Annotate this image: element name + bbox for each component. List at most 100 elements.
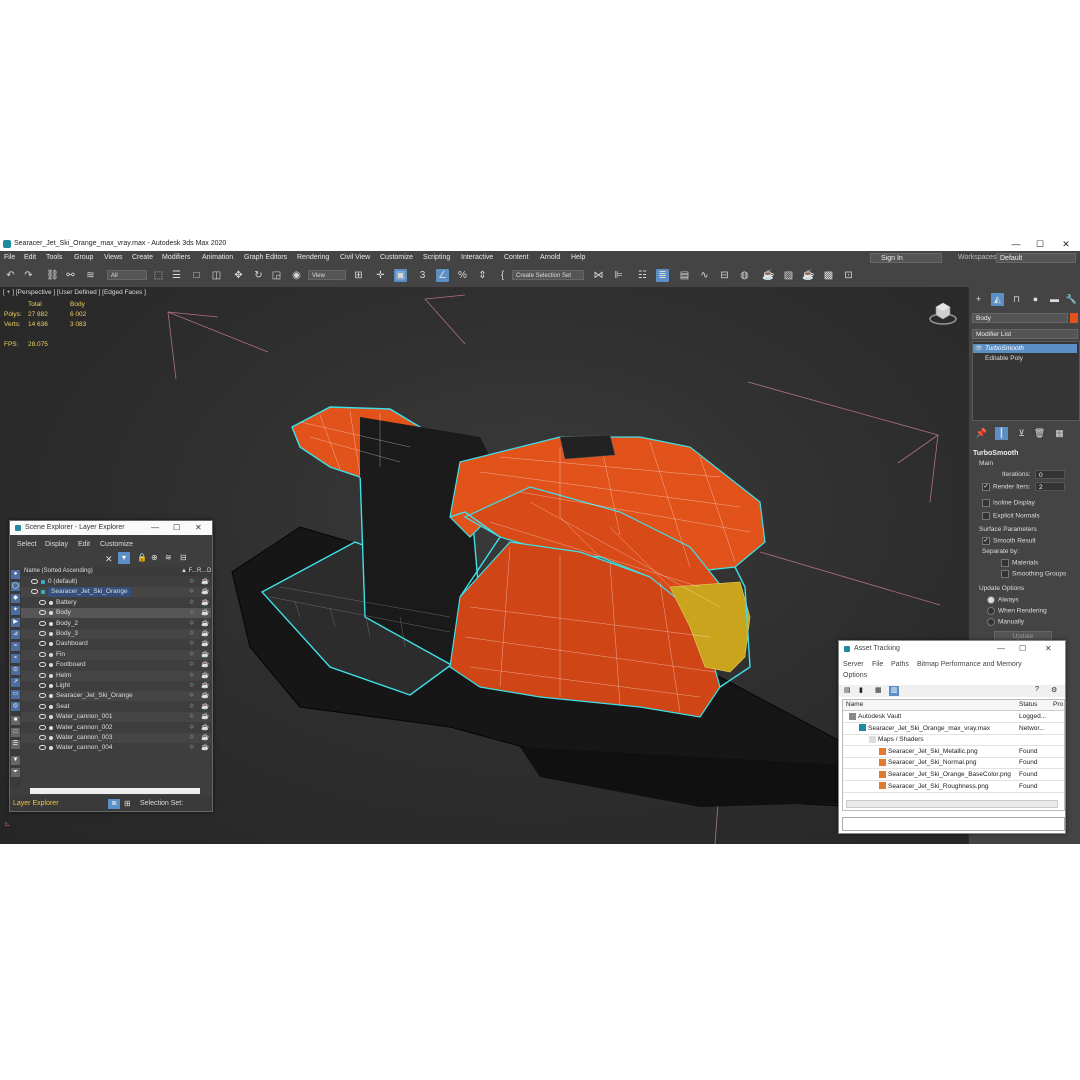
close-button[interactable]: ✕: [1054, 237, 1078, 251]
undo-icon[interactable]: ↶: [4, 269, 17, 282]
renderable-icon[interactable]: ☕: [201, 702, 209, 712]
renderable-icon[interactable]: ☕: [201, 577, 209, 587]
menu-modifiers[interactable]: Modifiers: [162, 251, 190, 265]
render-iters-checkbox[interactable]: ✓: [982, 483, 990, 491]
scene-explorer-icon[interactable]: ≣: [656, 269, 669, 282]
freeze-icon[interactable]: ✲: [189, 650, 194, 660]
renderable-icon[interactable]: ☕: [201, 723, 209, 733]
percent-snap-icon[interactable]: %: [456, 269, 469, 282]
motion-tab-icon[interactable]: ●: [1029, 293, 1042, 306]
ribbon-icon[interactable]: ▤: [678, 269, 691, 282]
scene-explorer-minimize-icon[interactable]: —: [151, 521, 159, 535]
visibility-eye-icon[interactable]: [39, 703, 46, 709]
link-icon[interactable]: ⛓: [46, 269, 59, 282]
renderable-icon[interactable]: ☕: [201, 712, 209, 722]
layer-row[interactable]: Water_cannon_003 ✲ ☕: [21, 733, 211, 743]
renderable-icon[interactable]: ☕: [201, 629, 209, 639]
pivot-center-icon[interactable]: ⊞: [352, 269, 365, 282]
layer-row[interactable]: Water_cannon_001 ✲ ☕: [21, 712, 211, 723]
at-menu-options[interactable]: Options: [843, 670, 867, 681]
freeze-icon[interactable]: ✲: [189, 577, 194, 587]
display-helpers-icon[interactable]: ⊿: [11, 630, 20, 639]
edit-named-selection-icon[interactable]: {: [496, 269, 509, 282]
display-tab-icon[interactable]: ▬: [1048, 293, 1061, 306]
asset-row[interactable]: Searacer_Jet_Ski_Orange_max_vray.max Netw…: [843, 723, 1064, 735]
layer-row[interactable]: Water_cannon_002 ✲ ☕: [21, 723, 211, 733]
renderable-icon[interactable]: ☕: [201, 681, 209, 691]
layer-row[interactable]: Body_2 ✲ ☕: [21, 619, 211, 629]
scale-icon[interactable]: ◲: [270, 269, 283, 282]
menu-customize[interactable]: Customize: [380, 251, 413, 265]
freeze-icon[interactable]: ✲: [189, 743, 194, 753]
at-menu-bitmap-performance[interactable]: Bitmap Performance and Memory: [917, 659, 1022, 670]
visibility-eye-icon[interactable]: [39, 651, 46, 657]
at-col-pro[interactable]: Pro: [1053, 700, 1063, 710]
freeze-icon[interactable]: ✲: [189, 587, 194, 597]
freeze-icon[interactable]: ✲: [189, 598, 194, 608]
display-bones-icon[interactable]: ↗: [11, 678, 20, 687]
asset-row[interactable]: Autodesk Vault Logged...: [843, 711, 1064, 723]
se-menu-customize[interactable]: Customize: [100, 539, 133, 551]
renderable-icon[interactable]: ☕: [201, 619, 209, 629]
menu-scripting[interactable]: Scripting: [423, 251, 450, 265]
mirror-icon[interactable]: ⋈: [592, 269, 605, 282]
keyboard-shortcut-override-icon[interactable]: ▣: [394, 269, 407, 282]
viewport-label[interactable]: [ + ] [Perspective ] [User Defined ] [Ed…: [3, 289, 146, 296]
always-row[interactable]: Always: [987, 596, 1019, 604]
scene-explorer-titlebar[interactable]: Scene Explorer - Layer Explorer — ☐ ✕: [10, 521, 212, 535]
col-frozen-header[interactable]: ▲ F...: [181, 567, 197, 576]
modifier-editable-poly[interactable]: Editable Poly: [973, 354, 1077, 363]
at-list-icon[interactable]: ▮: [859, 686, 863, 694]
select-object-icon[interactable]: ⬚: [152, 269, 165, 282]
display-all-icon[interactable]: ■: [11, 716, 20, 725]
renderable-icon[interactable]: ☕: [201, 733, 209, 743]
select-manipulate-icon[interactable]: ✛: [374, 269, 387, 282]
maximize-button[interactable]: ☐: [1028, 237, 1052, 251]
smoothing-groups-row[interactable]: Smoothing Groups: [1001, 570, 1066, 578]
scene-explorer-maximize-icon[interactable]: ☐: [173, 521, 180, 535]
lock-icon[interactable]: 🔒: [137, 553, 147, 562]
curve-editor-icon[interactable]: ∿: [698, 269, 711, 282]
menu-content[interactable]: Content: [504, 251, 529, 265]
render-iters-row[interactable]: ✓ Render Iters:: [982, 483, 1031, 491]
display-spacewarps-icon[interactable]: ≈: [11, 642, 20, 651]
unlink-icon[interactable]: ⚯: [64, 269, 77, 282]
smooth-result-checkbox[interactable]: ✓: [982, 537, 990, 545]
layer-row[interactable]: Dashboard ✲ ☕: [21, 639, 211, 649]
layer-manager-icon[interactable]: ☷: [636, 269, 649, 282]
manually-row[interactable]: Manually: [987, 618, 1024, 626]
freeze-icon[interactable]: ✲: [189, 723, 194, 733]
at-col-name[interactable]: Name: [846, 700, 863, 710]
at-tree-icon[interactable]: ▥: [889, 686, 899, 696]
menu-create[interactable]: Create: [132, 251, 153, 265]
render-setup-icon[interactable]: ☕: [762, 269, 775, 282]
modifier-list-dropdown[interactable]: Modifier List: [972, 329, 1078, 339]
col-render-header[interactable]: R...: [197, 567, 206, 576]
asset-row[interactable]: Searacer_Jet_Ski_Normal.png Found: [843, 757, 1064, 770]
asset-tracking-maximize-icon[interactable]: ☐: [1019, 641, 1026, 657]
asset-tracking-scrollbar[interactable]: [846, 800, 1058, 808]
layer-row[interactable]: Helm ✲ ☕: [21, 670, 211, 681]
renderable-icon[interactable]: ☕: [201, 743, 209, 753]
render-iters-spinner[interactable]: 2: [1035, 482, 1065, 491]
explicit-normals-checkbox[interactable]: [982, 512, 990, 520]
asset-row[interactable]: Searacer_Jet_Ski_Metallic.png Found: [843, 746, 1064, 758]
render-iterative-icon[interactable]: ▩: [822, 269, 835, 282]
rectangular-region-icon[interactable]: □: [190, 269, 203, 282]
freeze-icon[interactable]: ✲: [189, 733, 194, 743]
isoline-display-row[interactable]: Isoline Display: [982, 499, 1035, 507]
display-lights-icon[interactable]: ✦: [11, 606, 20, 615]
render-production-icon[interactable]: ☕: [802, 269, 815, 282]
freeze-icon[interactable]: ✲: [189, 681, 194, 691]
filter-icon[interactable]: ▼: [11, 756, 20, 765]
asset-tracking-titlebar[interactable]: Asset Tracking — ☐ ✕: [839, 641, 1065, 657]
remove-modifier-icon[interactable]: 🗑: [1033, 427, 1046, 440]
display-shapes-icon[interactable]: ◆: [11, 594, 20, 603]
renderable-icon[interactable]: ☕: [201, 660, 209, 670]
scene-explorer-close-icon[interactable]: ✕: [195, 521, 202, 535]
layer-row[interactable]: Light ✲ ☕: [21, 681, 211, 691]
at-refresh-icon[interactable]: ▤: [844, 686, 851, 694]
menu-help[interactable]: Help: [571, 251, 585, 265]
freeze-icon[interactable]: ✲: [189, 608, 194, 618]
create-tab-icon[interactable]: +: [972, 293, 985, 306]
